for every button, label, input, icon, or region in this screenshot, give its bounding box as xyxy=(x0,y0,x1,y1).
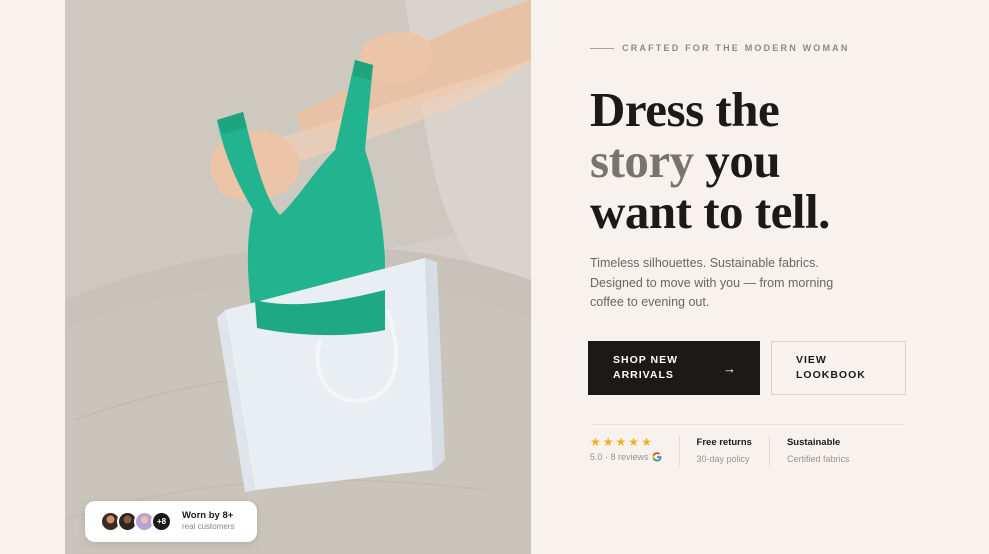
eyebrow-divider xyxy=(590,47,614,49)
avatar-more-count: +8 xyxy=(151,511,172,532)
star-icon: ★ xyxy=(641,435,652,449)
headline-line-2: you xyxy=(693,133,781,188)
shop-new-arrivals-label: SHOP NEW ARRIVALS xyxy=(613,354,678,381)
rating-text: 5.0 · 8 reviews xyxy=(590,452,649,462)
eyebrow-text: CRAFTED FOR THE MODERN WOMAN xyxy=(622,43,850,53)
social-proof-card: +8 Worn by 8+ real customers xyxy=(85,501,257,542)
sustainable-title: Sustainable xyxy=(786,437,841,448)
social-proof-subtitle: real customers xyxy=(182,522,235,532)
view-lookbook-button[interactable]: VIEW LOOKBOOK xyxy=(771,341,906,395)
trust-divider xyxy=(590,424,906,425)
headline-line-1: Dress the xyxy=(590,82,780,137)
arrow-right-icon: → xyxy=(723,360,736,376)
rating-stars: ★ ★ ★ ★ ★ xyxy=(590,436,662,449)
star-icon: ★ xyxy=(590,435,601,449)
google-icon xyxy=(651,452,662,462)
free-returns-block: Free returns 30-day policy xyxy=(697,436,769,466)
social-proof-title: Worn by 8+ xyxy=(182,510,234,522)
hero-headline: Dress the story you want to tell. xyxy=(590,84,920,237)
headline-line-3: want to tell. xyxy=(590,184,830,239)
hero-photo: +8 Worn by 8+ real customers xyxy=(65,0,531,554)
customer-avatars: +8 xyxy=(100,511,172,532)
trust-separator xyxy=(768,436,770,466)
hero-description: Timeless silhouettes. Sustainable fabric… xyxy=(590,256,834,309)
star-icon: ★ xyxy=(615,435,627,449)
headline-accent-word: story xyxy=(590,133,694,188)
free-returns-subtitle: 30-day policy xyxy=(696,454,750,464)
view-lookbook-label: VIEW LOOKBOOK xyxy=(796,354,866,381)
eyebrow: CRAFTED FOR THE MODERN WOMAN xyxy=(590,43,850,53)
trust-bar: ★ ★ ★ ★ ★ 5.0 · 8 reviews Free returns 3… xyxy=(590,436,867,466)
free-returns-title: Free returns xyxy=(696,437,752,448)
shop-new-arrivals-button[interactable]: SHOP NEW ARRIVALS → xyxy=(588,341,760,395)
trust-separator xyxy=(678,436,680,466)
star-icon: ★ xyxy=(628,435,640,449)
rating-block: ★ ★ ★ ★ ★ 5.0 · 8 reviews xyxy=(590,436,679,466)
hero-photo-illustration xyxy=(65,0,531,554)
sustainable-block: Sustainable Certified fabrics xyxy=(787,436,867,466)
star-icon: ★ xyxy=(602,435,614,449)
sustainable-subtitle: Certified fabrics xyxy=(786,454,850,464)
